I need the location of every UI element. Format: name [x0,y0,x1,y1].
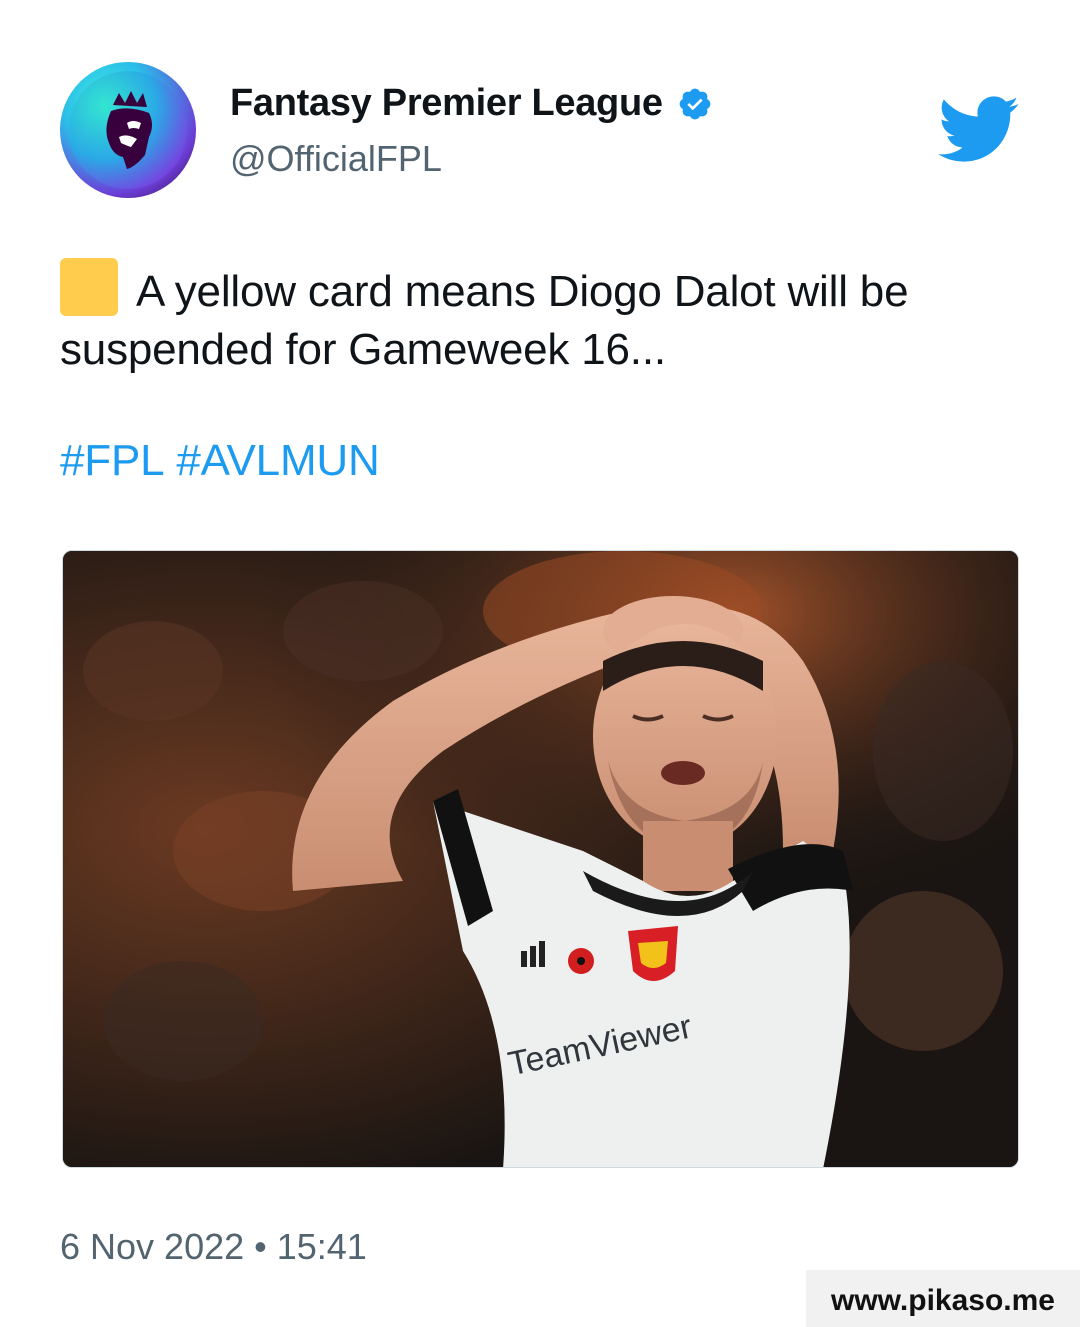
yellow-square-emoji-icon [60,258,118,316]
verified-badge-icon [677,86,713,122]
twitter-bird-icon [938,96,1020,164]
account-name-row: Fantasy Premier League [230,82,713,125]
watermark: www.pikaso.me [806,1270,1080,1327]
premier-league-lion-icon [69,71,187,189]
hashtag-link[interactable]: #FPL [60,436,165,486]
account-handle[interactable]: @OfficialFPL [230,138,442,180]
tweet-timestamp[interactable]: 6 Nov 2022 • 15:41 [60,1226,367,1268]
hashtags: #FPL #AVLMUN [60,436,380,486]
profile-avatar[interactable] [60,62,196,198]
tweet-body: A yellow card means Diogo Dalot will be … [60,267,909,374]
display-name[interactable]: Fantasy Premier League [230,82,663,125]
hashtag-link[interactable]: #AVLMUN [176,436,379,486]
tweet-photo[interactable]: TeamViewer [62,550,1019,1168]
tweet-text: A yellow card means Diogo Dalot will be … [60,258,1000,379]
